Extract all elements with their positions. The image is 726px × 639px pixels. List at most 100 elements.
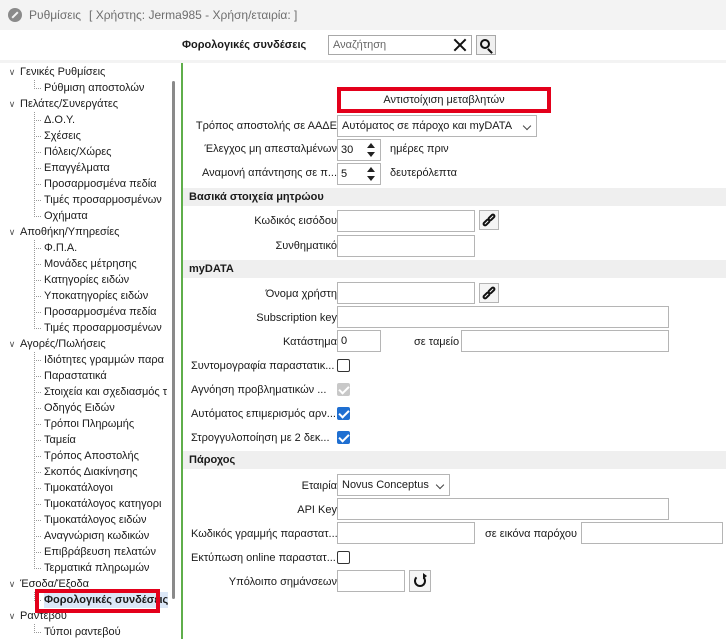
link-icon[interactable]	[479, 210, 499, 230]
tree-connector	[34, 168, 42, 169]
tree-item[interactable]: Υποκατηγορίες ειδών	[44, 288, 148, 304]
tree-item[interactable]: Στοιχεία και σχεδιασμός τ	[44, 384, 167, 400]
wait-spinner[interactable]	[365, 164, 377, 184]
scrollbar-thumb[interactable]	[172, 81, 175, 599]
abbrev-label: Συντομογραφία παραστατικ...	[191, 360, 335, 372]
chevron-down-icon[interactable]: ∨	[7, 608, 17, 624]
section-mydata: myDATA	[183, 260, 726, 278]
tree-connector	[34, 200, 42, 201]
tree-connector	[34, 248, 42, 249]
tree-item[interactable]: Τιμές προσαρμοσμένων	[44, 192, 162, 208]
abbrev-checkbox[interactable]	[337, 359, 350, 372]
tree-item[interactable]: Τιμοκατάλογος ειδών	[44, 512, 146, 528]
tree-item[interactable]: Επιβράβευση πελατών	[44, 544, 156, 560]
tree-connector	[34, 504, 42, 505]
tree-group-row[interactable]: ∨ Αγορές/Πωλήσεις	[0, 336, 106, 352]
window-subtitle: [ Χρήστης: Jerma985 - Χρήση/εταιρία: ]	[89, 8, 298, 22]
spin-down-icon	[367, 152, 375, 157]
balance-label: Υπόλοιπο σημάνσεων	[228, 576, 337, 588]
chevron-down-icon[interactable]: ∨	[7, 336, 17, 352]
tree-item[interactable]: Δ.Ο.Υ.	[44, 112, 75, 128]
tree-scrollbar[interactable]	[172, 63, 176, 639]
search-button[interactable]	[476, 35, 496, 55]
line-code-field[interactable]	[337, 522, 475, 544]
provider-image-label: σε εικόνα παρόχου	[485, 528, 577, 540]
tree-item[interactable]: Τρόποι Πληρωμής	[44, 416, 134, 432]
settings-tree[interactable]: ∨ Γενικές Ρυθμίσεις Ρύθμιση αποστολών ∨ Πελά…	[0, 63, 182, 639]
check-unsent-spinner[interactable]	[365, 140, 377, 160]
tree-item[interactable]: Τιμοκατάλογος κατηγορι	[44, 496, 161, 512]
tree-item[interactable]: Τιμοκατάλογοι	[44, 480, 113, 496]
chevron-down-icon[interactable]: ∨	[7, 96, 17, 112]
tree-item[interactable]: Τερματικά πληρωμών	[44, 560, 149, 576]
tree-item[interactable]: Μονάδες μέτρησης	[44, 256, 137, 272]
online-print-label: Εκτύπωση online παραστατ...	[191, 552, 336, 564]
provider-image-field[interactable]	[581, 522, 723, 544]
tree-item[interactable]: Τύποι ραντεβού	[44, 624, 121, 639]
api-key-field[interactable]	[337, 498, 669, 520]
tree-item[interactable]: Τιμές προσαρμοσμένων	[44, 320, 162, 336]
tree-item[interactable]: Κατηγορίες ειδών	[44, 272, 129, 288]
tree-item[interactable]: Επαγγέλματα	[44, 160, 110, 176]
cash-register-field[interactable]	[461, 330, 669, 352]
window-title: Ρυθμίσεις	[29, 8, 82, 22]
tree-connector	[34, 296, 42, 297]
tree-item[interactable]: Ιδιότητες γραμμών παρα	[44, 352, 164, 368]
cash-register-label: σε ταμείο	[414, 336, 460, 348]
tree-group-row[interactable]: ∨ Πελάτες/Συνεργάτες	[0, 96, 118, 112]
tree-guide-line	[34, 240, 35, 328]
tree-group-row[interactable]: ∨ Αποθήκη/Υπηρεσίες	[0, 224, 120, 240]
tree-item[interactable]: Οχήματα	[44, 208, 88, 224]
line-code-label: Κωδικός γραμμής παραστατ...	[191, 528, 338, 540]
section-provider: Πάροχος	[183, 451, 726, 469]
tree-connector	[34, 184, 42, 185]
auto-split-checkbox[interactable]	[337, 407, 350, 420]
tree-group-row[interactable]: ∨ Γενικές Ρυθμίσεις	[0, 64, 106, 80]
tree-item[interactable]: Σκοπός Διακίνησης	[44, 464, 138, 480]
send-mode-select[interactable]: Αυτόματος σε πάροχο και myDATA	[337, 115, 537, 137]
round-checkbox[interactable]	[337, 431, 350, 444]
tree-group-label: Πελάτες/Συνεργάτες	[20, 98, 119, 110]
round-label: Στρογγυλοποίηση με 2 δεκ...	[191, 432, 330, 444]
balance-field[interactable]	[337, 570, 405, 592]
tree-item[interactable]: Ταμεία	[44, 432, 76, 448]
subscription-key-field[interactable]	[337, 306, 669, 328]
chevron-down-icon[interactable]: ∨	[7, 224, 17, 240]
online-print-checkbox[interactable]	[337, 551, 350, 564]
tree-connector	[34, 328, 42, 329]
tree-guide-line	[34, 112, 35, 216]
spin-down-icon	[367, 176, 375, 181]
tree-item[interactable]: Οδηγός Ειδών	[44, 400, 115, 416]
tree-group-label: Αποθήκη/Υπηρεσίες	[20, 226, 120, 238]
tree-item[interactable]: Αναγνώριση κωδικών	[44, 528, 149, 544]
tree-item[interactable]: Προσαρμοσμένα πεδία	[44, 176, 157, 192]
login-code-field[interactable]	[337, 210, 475, 232]
tree-item[interactable]: Τρόπος Αποστολής	[44, 448, 139, 464]
tree-item[interactable]: Ρύθμιση αποστολών	[44, 80, 144, 96]
tree-group-label: Γενικές Ρυθμίσεις	[20, 66, 106, 78]
chevron-down-icon[interactable]: ∨	[7, 64, 17, 80]
company-select[interactable]: Novus Conceptus	[337, 474, 450, 496]
username-label: Όνομα χρήστη	[265, 288, 337, 300]
clear-icon[interactable]	[452, 37, 468, 53]
tree-item[interactable]: Πόλεις/Χώρες	[44, 144, 111, 160]
ignore-checkbox[interactable]	[337, 383, 350, 396]
link-icon[interactable]	[479, 283, 499, 303]
chevron-down-icon[interactable]: ∨	[7, 576, 17, 592]
selected-item-highlight	[35, 589, 160, 613]
tree-connector	[34, 120, 42, 121]
tree-item[interactable]: Φ.Π.Α.	[44, 240, 77, 256]
branch-field[interactable]	[337, 330, 381, 352]
tree-connector	[34, 536, 42, 537]
tree-item[interactable]: Παραστατικά	[44, 368, 107, 384]
tree-item[interactable]: Σχέσεις	[44, 128, 81, 144]
map-variables-button[interactable]: Αντιστοίχιση μεταβλητών	[337, 87, 551, 113]
password-field[interactable]	[337, 235, 475, 257]
tree-connector	[34, 568, 42, 569]
tree-item[interactable]: Προσαρμοσμένα πεδία	[44, 304, 157, 320]
refresh-button[interactable]	[409, 570, 431, 592]
search-input[interactable]	[328, 35, 472, 55]
tree-connector	[34, 424, 42, 425]
auto-split-label: Αυτόματος επιμερισμός αρν...	[191, 408, 336, 420]
username-field[interactable]	[337, 282, 475, 304]
